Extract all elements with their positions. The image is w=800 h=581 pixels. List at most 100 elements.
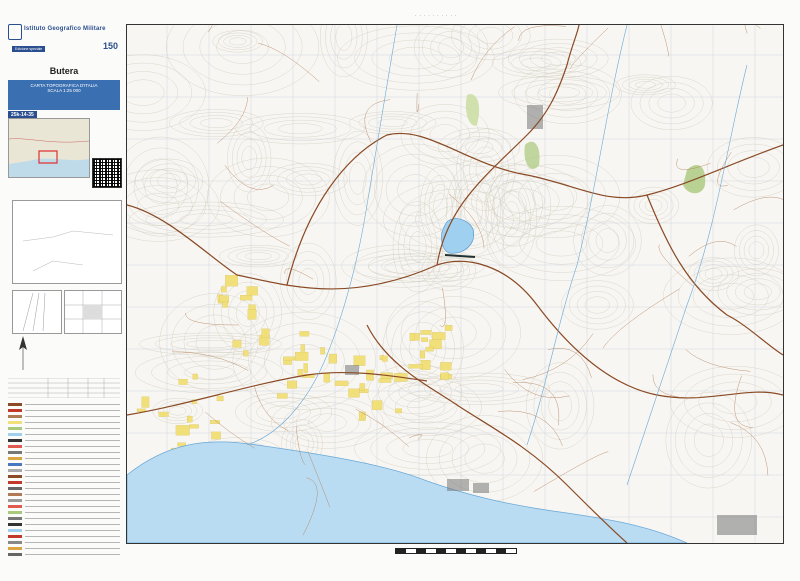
contour-line	[144, 169, 178, 204]
contour-line	[149, 168, 189, 194]
minor-road	[257, 42, 320, 82]
field-plot	[409, 332, 415, 341]
topographic-map[interactable]	[126, 24, 784, 544]
contour-line	[548, 391, 572, 421]
index-map	[8, 118, 90, 178]
contour-line	[451, 434, 518, 483]
contour-line	[533, 371, 587, 440]
contour-line	[195, 325, 234, 359]
contour-line	[580, 212, 635, 269]
contour-line	[244, 252, 272, 260]
contour-line	[743, 235, 769, 265]
field-plot	[303, 363, 308, 373]
contour-line	[464, 443, 505, 474]
field-plot	[382, 355, 388, 362]
field-plot	[297, 369, 303, 376]
contour-line	[639, 195, 668, 216]
field-plot	[225, 275, 238, 287]
index-map-drawing	[9, 119, 89, 164]
field-plot	[348, 388, 360, 398]
contour-line	[133, 158, 188, 215]
field-plot	[299, 331, 310, 337]
field-plot	[243, 350, 249, 357]
field-plot	[440, 372, 449, 380]
minor-road	[685, 349, 751, 372]
minor-road	[688, 241, 737, 257]
contour-line	[704, 268, 723, 280]
field-plot	[175, 425, 190, 436]
contour-line	[386, 286, 521, 380]
contour-line	[717, 143, 783, 191]
qr-code-icon[interactable]	[92, 158, 122, 188]
institute-header: Istituto Geografico Militare Edizione sp…	[8, 24, 122, 64]
contour-line	[414, 25, 489, 78]
contour-line	[294, 435, 310, 453]
contour-line	[294, 173, 322, 186]
field-plot	[366, 369, 374, 381]
contour-line	[332, 131, 383, 226]
symbol-legend	[8, 402, 120, 558]
graphic-scale-bar	[395, 548, 517, 554]
contour-line	[308, 413, 347, 432]
contour-line	[179, 112, 254, 134]
contour-line	[407, 397, 446, 418]
locator-diagram	[12, 200, 122, 284]
minor-road	[518, 25, 566, 41]
contour-line	[684, 373, 783, 430]
minor-road	[512, 382, 560, 426]
contour-line	[168, 406, 187, 416]
contour-line	[456, 136, 503, 159]
contour-line	[127, 79, 165, 106]
minor-road	[658, 244, 693, 287]
contour-lines	[127, 25, 783, 502]
field-plot	[420, 330, 432, 335]
contour-line	[707, 137, 783, 198]
contour-line	[337, 25, 495, 91]
contour-line	[352, 252, 501, 282]
anniversary-logo: 150	[102, 41, 118, 51]
contour-line	[576, 291, 618, 319]
field-plot	[287, 380, 298, 389]
field-plot	[240, 295, 253, 301]
vegetation-area	[465, 94, 480, 126]
contour-line	[511, 54, 562, 72]
contour-line	[388, 46, 443, 70]
map-sheet: · · · · · · · · · · Istituto Geografico …	[0, 0, 800, 581]
contour-line	[670, 366, 783, 438]
contour-line	[233, 175, 303, 220]
contour-line	[400, 262, 452, 273]
contour-line	[179, 213, 233, 226]
minor-road	[733, 196, 783, 211]
contour-line	[298, 268, 318, 295]
contour-line	[127, 71, 179, 115]
contour-line	[486, 206, 636, 281]
adjoining-sheets-grid	[64, 290, 122, 334]
field-plot	[334, 380, 349, 386]
contour-line	[374, 153, 457, 227]
contour-line	[595, 228, 620, 253]
contour-line	[464, 193, 483, 226]
field-plot	[141, 396, 150, 408]
contour-line	[212, 30, 263, 53]
field-plot	[261, 328, 270, 338]
contour-line	[145, 205, 267, 234]
contour-line	[657, 93, 686, 113]
contour-line	[429, 124, 461, 146]
contour-line	[219, 245, 298, 268]
contour-line	[430, 31, 472, 65]
field-plot	[432, 332, 446, 340]
field-plot	[277, 393, 288, 399]
contour-line	[639, 82, 704, 125]
contour-line	[278, 123, 323, 135]
contour-line	[236, 249, 281, 263]
contour-line	[137, 193, 180, 218]
contour-line	[535, 230, 587, 257]
contour-line	[142, 163, 196, 198]
minor-road	[744, 25, 761, 34]
sheet-title: Butera	[49, 66, 79, 76]
contour-line	[477, 27, 505, 44]
contour-line	[368, 116, 418, 130]
contour-line	[292, 259, 325, 304]
scale-text: SCALA 1:25 000	[47, 88, 81, 93]
field-plot	[320, 347, 325, 355]
